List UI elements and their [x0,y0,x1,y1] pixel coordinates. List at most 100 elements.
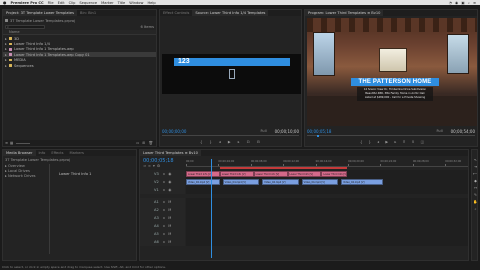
track-lane[interactable]: Video_04.mp4 [V] Video_04.mp4 [V] Video_04… [186,178,468,186]
track-lock-icon[interactable]: ▫ [163,200,165,204]
zoom-slider[interactable] [16,142,31,144]
disclosure-triangle-icon[interactable]: ▸ [5,58,8,62]
project-item[interactable]: ▸ Lower Third Info 1/4 [3,41,156,46]
track-lane[interactable]: Lower Third Info [V] Lower Third Info [V]… [186,170,468,178]
track-lock-icon[interactable]: ▫ [163,188,165,192]
disclosure-triangle-icon[interactable]: ▸ [5,42,8,46]
zoom-tool-icon[interactable]: ⌕ [474,207,476,211]
selection-tool-icon[interactable]: ↖ [474,158,477,162]
track-lock-icon[interactable]: ▫ [163,180,165,184]
disclosure-triangle-icon[interactable]: ▸ [5,53,8,57]
extract-icon[interactable]: ⊻ [412,140,415,144]
media-browser-divider[interactable] [49,164,50,254]
snap-icon[interactable]: ⊃ [143,164,146,168]
timeline-clip[interactable]: Lower Third Info [V] [287,171,322,177]
mute-icon[interactable]: M [168,200,171,204]
disclosure-triangle-icon[interactable]: ▸ [5,64,8,68]
timeline-settings-icon[interactable]: ⚙ [157,164,160,168]
timeline-ruler[interactable]: 00;00 00;00;04;00 00;00;08;00 00;00;12;00 00… [186,159,468,167]
new-item-icon[interactable]: ⊞ [142,141,145,145]
tab-markers[interactable]: Markers [67,150,87,156]
slip-tool-icon[interactable]: ↔ [474,186,477,190]
track-header[interactable]: A4 ▫ M [140,222,185,230]
project-item[interactable]: ▸ MEDIA [3,58,156,63]
timeline-clip[interactable]: Lower Third Info [V] [253,171,288,177]
track-lock-icon[interactable]: ▫ [163,208,165,212]
timeline-playhead[interactable] [211,159,213,258]
apple-icon[interactable]: ● [3,0,7,5]
tab-effect-controls[interactable]: Effect Controls [160,10,192,16]
razor-tool-icon[interactable]: ◆ [474,179,477,183]
menu-edit[interactable]: Edit [58,1,65,5]
program-play-icon[interactable]: ▶ [385,140,388,144]
track-header[interactable]: A3 ▫ M [140,214,185,222]
track-header[interactable]: A1 ▫ M [140,198,185,206]
tab-project[interactable]: Project: 3T Template Lower Templates [3,10,77,16]
project-item[interactable]: ▸ Lower Third Info 1 Templates.aep Copy 0… [3,52,156,58]
tab-program[interactable]: Program: Lower Third Templates ≡ Bv10 [305,10,384,16]
lift-icon[interactable]: ⊼ [403,140,406,144]
tab-info[interactable]: Info [36,150,49,156]
source-scrubber[interactable] [162,135,299,137]
track-lane[interactable] [186,222,468,230]
track-header[interactable]: A6 ▫ M [140,238,185,246]
track-header[interactable]: A2 ▫ M [140,206,185,214]
menu-marker[interactable]: Marker [101,1,113,5]
folder-network-drives[interactable]: ▸ Network Drives [5,174,49,179]
trash-icon[interactable]: 🗑 [148,141,153,145]
project-item[interactable]: ▸ Lower Third Info 1 Templates.aep [3,47,156,52]
track-lane[interactable] [186,198,468,206]
source-fit-dropdown[interactable]: Full [260,129,266,133]
play-icon[interactable]: ▶ [228,140,231,144]
pen-tool-icon[interactable]: ✎ [474,193,477,197]
program-playhead-marker[interactable] [317,134,319,137]
track-lane[interactable] [186,186,468,194]
overwrite-icon[interactable]: ⊟ [257,140,260,144]
program-step-forward-icon[interactable]: ▸ [394,140,396,144]
app-menu[interactable]: Premiere Pro CC [11,1,44,5]
disclosure-triangle-icon[interactable]: ▸ [5,47,8,51]
timeline-in-out-range[interactable] [219,167,347,169]
program-current-timecode[interactable]: 00;00;05;18 [307,129,331,134]
timeline-clip[interactable]: Lower Third Info [V] [321,171,347,177]
program-fit-dropdown[interactable]: Full [436,129,442,133]
timeline-clip[interactable]: Video_04.mp4 [V] [222,179,260,185]
track-lock-icon[interactable]: ▫ [163,232,165,236]
project-item[interactable]: ▸ 3D [3,36,156,41]
track-lane[interactable] [186,206,468,214]
step-forward-icon[interactable]: ▸ [238,140,240,144]
program-scrubber[interactable] [307,134,475,137]
track-header[interactable]: V3 ▫ ◉ [140,170,185,178]
track-lane[interactable] [186,214,468,222]
menu-file[interactable]: File [48,1,54,5]
source-current-timecode[interactable]: 00;00;00;00 [162,129,186,134]
eye-icon[interactable]: ◉ [168,180,171,184]
timeline-clip[interactable]: Video_04.mp4 [V] [301,179,339,185]
timeline-clip[interactable]: Video_04.mp4 [V] [262,179,299,185]
mark-in-icon[interactable]: { [200,140,202,144]
track-select-tool-icon[interactable]: ⇥ [474,165,477,169]
hand-tool-icon[interactable]: ✋ [473,200,477,204]
new-bin-icon[interactable]: ▭ [136,141,139,145]
track-header[interactable]: A5 ▫ M [140,230,185,238]
eye-icon[interactable]: ◉ [168,188,171,192]
track-lane[interactable] [186,230,468,238]
mark-out-icon[interactable]: } [209,140,211,144]
track-header[interactable]: V2 ▫ ◉ [140,178,185,186]
menu-help[interactable]: Help [147,1,155,5]
track-header[interactable]: V1 ▫ ◉ [140,186,185,194]
tab-source[interactable]: Source: Lower Third Info 1/4 Templates [192,10,269,16]
mute-icon[interactable]: M [168,224,171,228]
eye-icon[interactable]: ◉ [168,172,171,176]
timeline-clip[interactable]: Lower Third Info [V] [219,171,254,177]
ripple-edit-tool-icon[interactable]: ⟷ [473,172,477,176]
menu-window[interactable]: Window [129,1,143,5]
track-lock-icon[interactable]: ▫ [163,216,165,220]
disclosure-triangle-icon[interactable]: ▸ [5,37,8,41]
timeline-clip[interactable]: Lower Third Info [V] [186,171,220,177]
mute-icon[interactable]: M [168,216,171,220]
timeline-clip[interactable]: Video_04.mp4 [V] [186,179,220,185]
program-mark-in-icon[interactable]: { [360,140,362,144]
search-input[interactable]: ⌕ [5,24,45,29]
media-browser-selected-item[interactable]: Lower Third Info 1 [59,172,91,176]
